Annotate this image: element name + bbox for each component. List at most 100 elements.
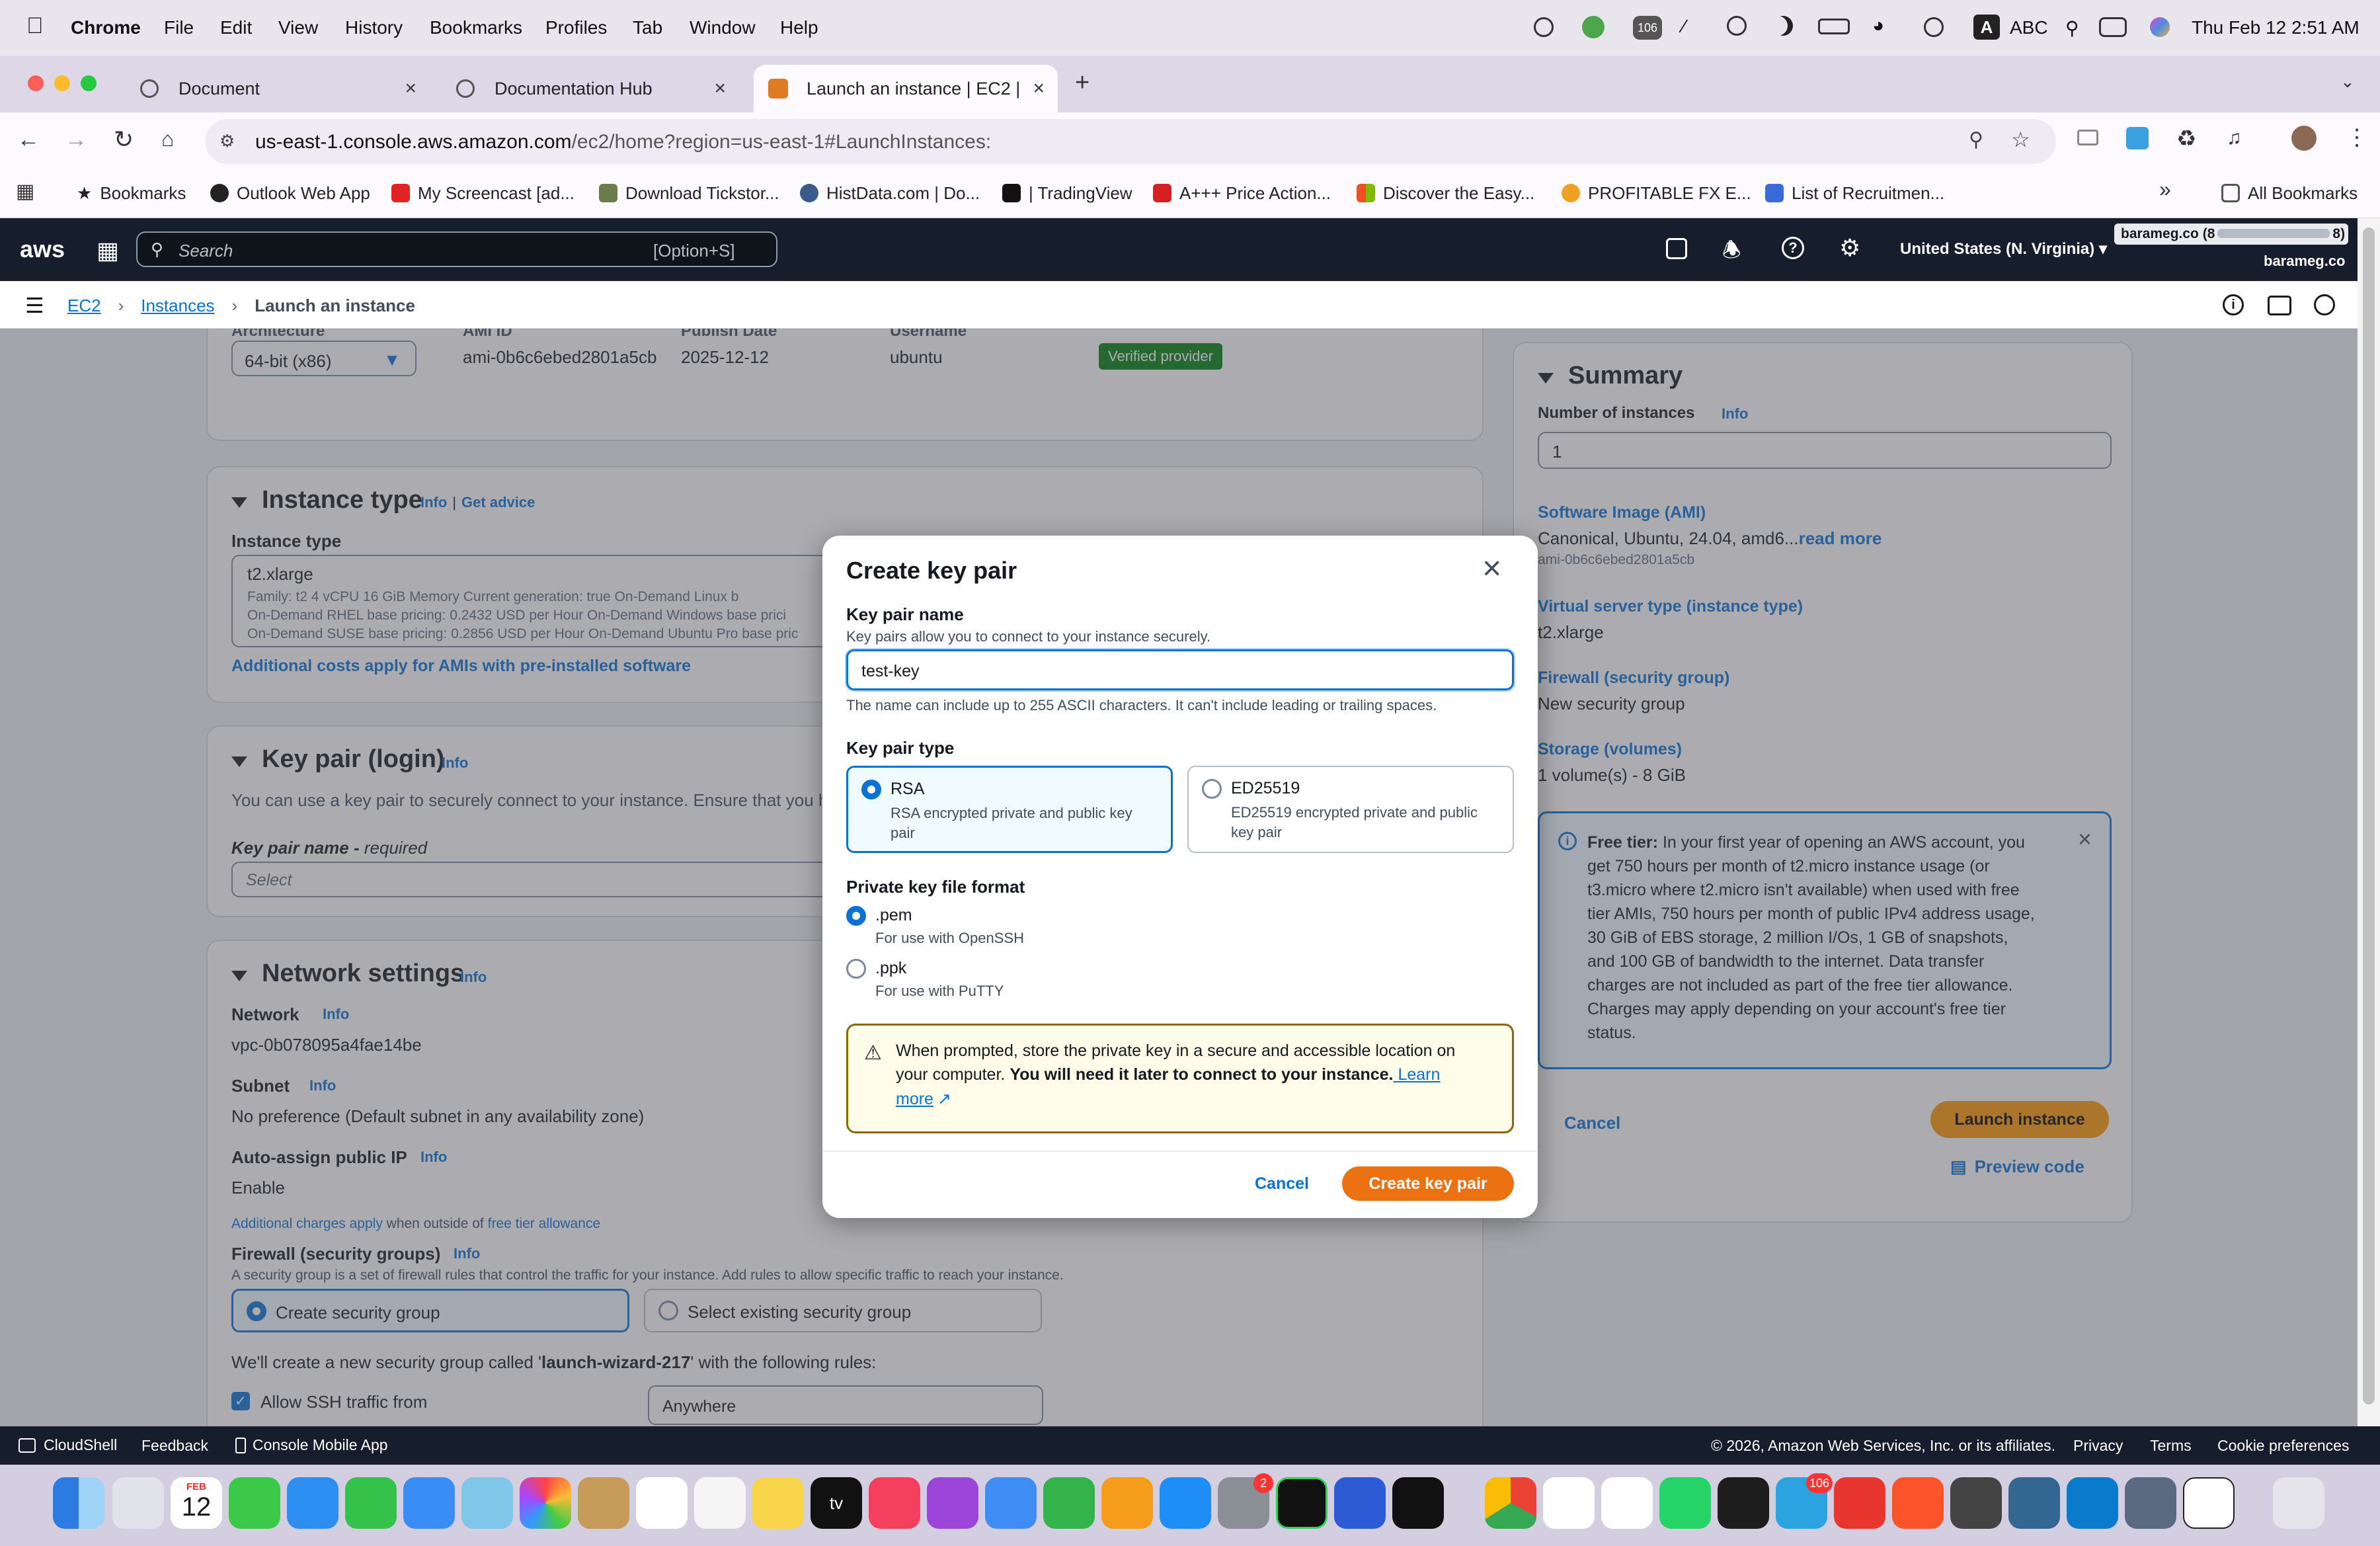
cloudshell-button[interactable]: CloudShell bbox=[19, 1436, 117, 1454]
services-grid-icon[interactable]: ▦ bbox=[97, 237, 119, 264]
account-id-badge[interactable]: barameg.co (8 8) ▾ bbox=[2114, 224, 2356, 245]
feedback-panel-icon[interactable] bbox=[2268, 296, 2291, 315]
more-menu-icon[interactable]: ⋮ bbox=[2346, 124, 2368, 151]
maps-icon[interactable] bbox=[461, 1477, 513, 1529]
learn-more-link-cont[interactable]: more bbox=[896, 1090, 933, 1108]
apple-tv-icon[interactable]: tv bbox=[811, 1477, 862, 1529]
keynote-icon[interactable] bbox=[985, 1477, 1037, 1529]
music-icon[interactable] bbox=[869, 1477, 920, 1529]
close-icon[interactable]: × bbox=[1482, 551, 1501, 585]
account-name[interactable]: barameg.co bbox=[2264, 253, 2346, 270]
window-close-button[interactable] bbox=[28, 75, 44, 91]
play-status-icon[interactable] bbox=[1924, 17, 1944, 37]
external-link-icon[interactable]: ↗ bbox=[937, 1090, 951, 1108]
menu-edit[interactable]: Edit bbox=[220, 17, 252, 38]
moon-icon[interactable] bbox=[1773, 16, 1793, 36]
trash-icon[interactable] bbox=[2273, 1477, 2324, 1529]
pem-label[interactable]: .pem bbox=[875, 906, 912, 925]
acrobat-icon[interactable] bbox=[1834, 1477, 1885, 1529]
bookmarks-overflow-icon[interactable]: » bbox=[2159, 177, 2171, 202]
menu-window[interactable]: Window bbox=[690, 17, 756, 38]
input-source-icon[interactable]: A bbox=[1973, 15, 2000, 40]
breadcrumb-instances[interactable]: Instances bbox=[141, 296, 214, 316]
whatsapp-icon[interactable] bbox=[1659, 1477, 1711, 1529]
aws-logo[interactable]: aws bbox=[20, 235, 65, 263]
page-scrollbar[interactable] bbox=[2358, 218, 2380, 1426]
region-selector[interactable]: United States (N. Virginia) ▾ bbox=[1900, 239, 2107, 259]
spotlight-icon[interactable]: ⚲ bbox=[2065, 17, 2079, 39]
bookmark-price-action[interactable]: A+++ Price Action... bbox=[1153, 179, 1331, 208]
new-tab-button[interactable]: + bbox=[1075, 69, 1090, 97]
slack-icon[interactable] bbox=[1601, 1477, 1653, 1529]
extension-icon[interactable] bbox=[2126, 127, 2149, 149]
bookmark-bookmarks[interactable]: ★ Bookmarks bbox=[77, 179, 186, 208]
apps-grid-icon[interactable]: ▦ bbox=[16, 180, 34, 203]
messages-icon[interactable] bbox=[229, 1477, 280, 1529]
apple-icon[interactable]:  bbox=[26, 13, 44, 39]
dropzone-icon[interactable] bbox=[1334, 1477, 1386, 1529]
screen-capture-icon[interactable] bbox=[2125, 1477, 2176, 1529]
calculator-icon[interactable] bbox=[1950, 1477, 2002, 1529]
home-icon[interactable]: ⌂ bbox=[161, 127, 174, 151]
tab-document[interactable]: Document × bbox=[126, 65, 430, 112]
tab-launch-instance[interactable]: Launch an instance | EC2 | us × bbox=[754, 65, 1058, 112]
reminders-icon[interactable] bbox=[694, 1477, 746, 1529]
bell-icon[interactable]: 🕭 bbox=[1722, 235, 1741, 271]
extensions-puzzle-icon[interactable]: ♻ bbox=[2176, 126, 2196, 152]
podcasts-icon[interactable] bbox=[927, 1477, 978, 1529]
cookie-preferences-link[interactable]: Cookie preferences bbox=[2217, 1437, 2349, 1455]
menu-bookmarks[interactable]: Bookmarks bbox=[430, 17, 522, 38]
ed25519-option[interactable]: ED25519 ED25519 encrypted private and pu… bbox=[1187, 766, 1514, 853]
menu-view[interactable]: View bbox=[278, 17, 318, 38]
notes-icon[interactable] bbox=[752, 1477, 804, 1529]
numbers-icon[interactable] bbox=[1043, 1477, 1095, 1529]
ppk-radio[interactable] bbox=[846, 959, 866, 979]
bookmark-profitable-fx[interactable]: PROFITABLE FX E... bbox=[1562, 179, 1751, 208]
address-bar[interactable]: ⚙ us-east-1.console.aws.amazon.com/ec2/h… bbox=[205, 119, 2056, 164]
bookmark-discover[interactable]: Discover the Easy... bbox=[1357, 179, 1534, 208]
chrome-icon[interactable] bbox=[1485, 1477, 1536, 1529]
close-icon[interactable]: × bbox=[1033, 77, 1045, 100]
app-store-icon[interactable] bbox=[1160, 1477, 1211, 1529]
cancel-button[interactable]: Cancel bbox=[1255, 1174, 1309, 1194]
create-key-pair-button[interactable]: Create key pair bbox=[1342, 1166, 1514, 1201]
aws-search-input[interactable]: ⚲ Search [Option+S] bbox=[136, 231, 777, 267]
menu-app-name[interactable]: Chrome bbox=[71, 17, 141, 38]
feedback-link[interactable]: Feedback bbox=[141, 1437, 208, 1455]
rsa-option[interactable]: RSA RSA encrypted private and public key… bbox=[846, 766, 1173, 853]
pem-radio[interactable] bbox=[846, 906, 866, 926]
menu-history[interactable]: History bbox=[345, 17, 403, 38]
learn-more-link[interactable]: Learn bbox=[1394, 1065, 1440, 1084]
cloudshell-icon[interactable] bbox=[1666, 238, 1687, 259]
tab-search-chevron-icon[interactable]: ⌄ bbox=[2340, 71, 2355, 92]
globe-status-icon[interactable] bbox=[1582, 16, 1605, 38]
close-icon[interactable]: × bbox=[714, 77, 726, 100]
bookmark-tickstory[interactable]: Download Tickstor... bbox=[599, 179, 779, 208]
wifi-icon[interactable]: ◕ bbox=[1872, 15, 1884, 37]
badge-status-icon[interactable]: 106 bbox=[1633, 16, 1662, 40]
chatgpt-icon[interactable] bbox=[2183, 1477, 2235, 1529]
bookmark-tradingview[interactable]: | TradingView bbox=[1002, 179, 1132, 208]
menu-profiles[interactable]: Profiles bbox=[545, 17, 607, 38]
battery-icon[interactable] bbox=[1818, 19, 1850, 34]
console-mobile-app-link[interactable]: Console Mobile App bbox=[235, 1436, 388, 1454]
system-settings-icon[interactable]: 2 bbox=[1218, 1473, 1273, 1529]
vscode-icon[interactable] bbox=[2067, 1477, 2118, 1529]
media-control-icon[interactable]: ♫ bbox=[2227, 127, 2242, 149]
control-center-icon[interactable] bbox=[2099, 17, 2127, 37]
bookmark-screencast[interactable]: My Screencast [ad... bbox=[391, 179, 575, 208]
slash-status-icon[interactable]: ∕ bbox=[1683, 16, 1705, 38]
brave-icon[interactable] bbox=[1892, 1477, 1944, 1529]
reload-icon[interactable]: ↻ bbox=[114, 126, 134, 153]
bookmark-star-icon[interactable]: ☆ bbox=[2011, 127, 2030, 152]
key-pair-name-input[interactable]: test-key bbox=[846, 649, 1514, 690]
info-panel-icon[interactable]: i bbox=[2223, 294, 2244, 315]
menu-help[interactable]: Help bbox=[780, 17, 818, 38]
telegram-icon[interactable]: 106 bbox=[1776, 1473, 1833, 1529]
pycharm-icon[interactable] bbox=[1276, 1477, 1328, 1529]
help-icon[interactable]: ? bbox=[1782, 237, 1804, 259]
back-icon[interactable]: ← bbox=[17, 127, 40, 153]
facetime-icon[interactable] bbox=[345, 1477, 397, 1529]
finder-icon[interactable] bbox=[53, 1477, 104, 1529]
mail-icon[interactable] bbox=[403, 1477, 455, 1529]
